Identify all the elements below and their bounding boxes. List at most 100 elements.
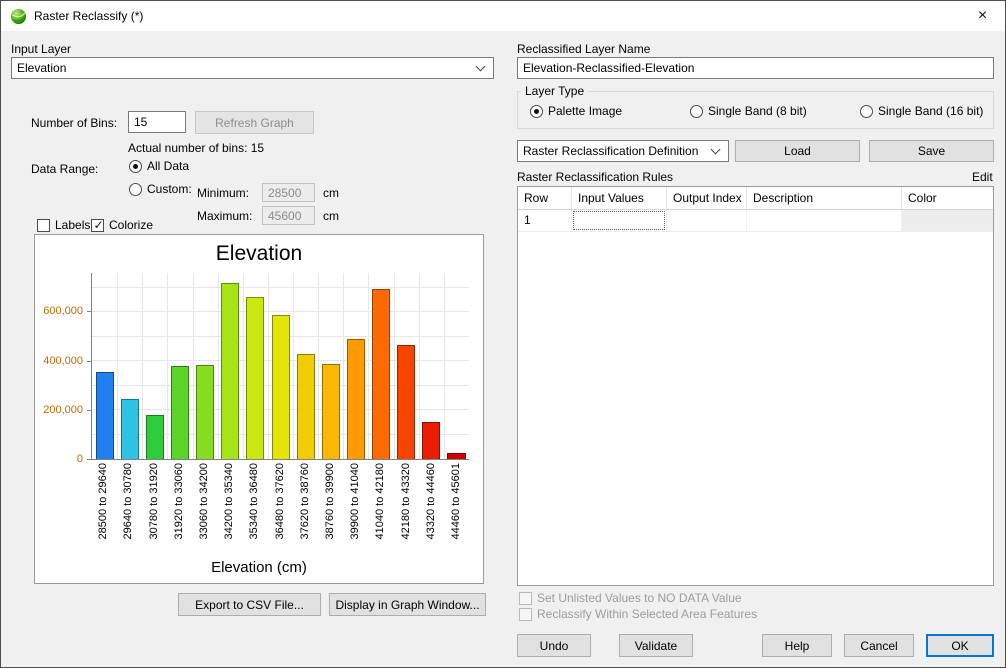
bar-12 bbox=[397, 345, 415, 459]
description-cell[interactable] bbox=[747, 210, 902, 231]
input-values-cell[interactable] bbox=[572, 210, 667, 231]
export-csv-button[interactable]: Export to CSV File... bbox=[178, 593, 321, 616]
ok-button[interactable]: OK bbox=[926, 634, 994, 657]
minimum-label: Minimum: bbox=[197, 186, 249, 200]
bar-13 bbox=[422, 422, 440, 459]
radio-unselected-icon bbox=[860, 105, 873, 118]
bar-14 bbox=[447, 453, 465, 459]
definition-value: Raster Reclassification Definition bbox=[523, 144, 698, 158]
color-cell[interactable] bbox=[902, 210, 993, 231]
selected-area-checkbox[interactable]: Reclassify Within Selected Area Features bbox=[519, 607, 757, 621]
radio-palette-image[interactable]: Palette Image bbox=[530, 104, 622, 118]
maximum-unit: cm bbox=[323, 209, 339, 223]
radio-palette-image-label: Palette Image bbox=[548, 104, 622, 118]
display-graph-button[interactable]: Display in Graph Window... bbox=[329, 593, 486, 616]
plot-area bbox=[91, 273, 469, 460]
x-tick-label: 28500 to 29640 bbox=[98, 463, 109, 539]
bar-0 bbox=[96, 372, 114, 459]
definition-combobox[interactable]: Raster Reclassification Definition bbox=[517, 140, 729, 162]
x-tick-label: 36480 to 37620 bbox=[275, 463, 286, 539]
chevron-down-icon bbox=[711, 145, 721, 155]
bar-4 bbox=[196, 365, 214, 459]
editing-cell[interactable] bbox=[573, 211, 665, 230]
x-tick-label: 38760 to 39900 bbox=[325, 463, 336, 539]
minimum-input[interactable]: 28500 bbox=[262, 183, 315, 202]
reclassified-layer-name-input[interactable]: Elevation-Reclassified-Elevation bbox=[517, 57, 994, 79]
colorize-checkbox[interactable]: Colorize bbox=[91, 218, 153, 232]
radio-selected-icon bbox=[129, 160, 142, 173]
bar-3 bbox=[171, 366, 189, 459]
maximum-label: Maximum: bbox=[197, 209, 252, 223]
data-range-label: Data Range: bbox=[31, 162, 98, 176]
load-button[interactable]: Load bbox=[735, 140, 860, 162]
radio-unselected-icon bbox=[690, 105, 703, 118]
x-tick-label: 37620 to 38760 bbox=[300, 463, 311, 539]
save-button[interactable]: Save bbox=[869, 140, 994, 162]
radio-single-band-16[interactable]: Single Band (16 bit) bbox=[860, 104, 983, 118]
histogram-chart: Elevation 0200,000400,000600,000 28500 t… bbox=[34, 234, 484, 584]
radio-custom[interactable]: Custom: bbox=[129, 182, 192, 196]
actual-bins-text: Actual number of bins: 15 bbox=[128, 141, 264, 155]
unlisted-checkbox[interactable]: Set Unlisted Values to NO DATA Value bbox=[519, 591, 742, 605]
close-button[interactable]: × bbox=[960, 1, 1005, 31]
col-header-output-index[interactable]: Output Index bbox=[667, 187, 747, 209]
x-tick-label: 43320 to 44460 bbox=[426, 463, 437, 539]
colorize-checkbox-label: Colorize bbox=[109, 218, 153, 232]
bar-11 bbox=[372, 289, 390, 459]
edit-link[interactable]: Edit bbox=[972, 170, 993, 184]
labels-checkbox-label: Labels bbox=[55, 218, 90, 232]
x-tick-label: 41040 to 42180 bbox=[375, 463, 386, 539]
x-tick-label: 33060 to 34200 bbox=[199, 463, 210, 539]
labels-checkbox[interactable]: Labels bbox=[37, 218, 90, 232]
y-axis: 0200,000400,000600,000 bbox=[35, 273, 91, 460]
cancel-button[interactable]: Cancel bbox=[844, 634, 914, 657]
validate-button[interactable]: Validate bbox=[619, 634, 693, 657]
checkbox-checked-icon bbox=[91, 219, 104, 232]
x-tick-label: 42180 to 43320 bbox=[401, 463, 412, 539]
x-tick-label: 29640 to 30780 bbox=[123, 463, 134, 539]
col-header-input-values[interactable]: Input Values bbox=[572, 187, 667, 209]
radio-custom-label: Custom: bbox=[147, 182, 192, 196]
x-tick-label: 39900 to 41040 bbox=[350, 463, 361, 539]
number-of-bins-label: Number of Bins: bbox=[31, 116, 117, 130]
bar-7 bbox=[272, 315, 290, 459]
table-row: 1 bbox=[518, 210, 993, 232]
table-header: Row Input Values Output Index Descriptio… bbox=[518, 187, 993, 210]
col-header-row[interactable]: Row bbox=[518, 187, 572, 209]
chevron-down-icon bbox=[476, 62, 486, 72]
plot-column: 28500 to 29640 29640 to 30780 30780 to 319… bbox=[91, 273, 469, 556]
bar-5 bbox=[221, 283, 239, 459]
col-header-color[interactable]: Color bbox=[902, 187, 993, 209]
x-tick-label: 44460 to 45601 bbox=[451, 463, 462, 539]
input-layer-combobox[interactable]: Elevation bbox=[11, 57, 494, 79]
x-tick-label: 30780 to 31920 bbox=[149, 463, 160, 539]
minimum-unit: cm bbox=[323, 186, 339, 200]
checkbox-unchecked-icon bbox=[519, 608, 532, 621]
radio-selected-icon bbox=[530, 105, 543, 118]
input-layer-label: Input Layer bbox=[11, 42, 71, 56]
radio-all-data[interactable]: All Data bbox=[129, 159, 189, 173]
chart-main: 0200,000400,000600,000 28500 to 29640 296… bbox=[35, 273, 483, 556]
layer-type-label: Layer Type bbox=[521, 84, 588, 98]
refresh-graph-button[interactable]: Refresh Graph bbox=[195, 111, 314, 134]
bar-row bbox=[92, 273, 469, 459]
rules-label: Raster Reclassification Rules bbox=[517, 170, 673, 184]
titlebar: Raster Reclassify (*) × bbox=[1, 1, 1005, 31]
radio-single-band-8[interactable]: Single Band (8 bit) bbox=[690, 104, 807, 118]
radio-single-band-8-label: Single Band (8 bit) bbox=[708, 104, 807, 118]
undo-button[interactable]: Undo bbox=[517, 634, 591, 657]
maximum-input[interactable]: 45600 bbox=[262, 206, 315, 225]
help-button[interactable]: Help bbox=[762, 634, 832, 657]
col-header-description[interactable]: Description bbox=[747, 187, 902, 209]
window-title: Raster Reclassify (*) bbox=[34, 9, 143, 23]
radio-unselected-icon bbox=[129, 183, 142, 196]
output-index-cell[interactable] bbox=[667, 210, 747, 231]
y-tick-label: 400,000 bbox=[43, 356, 83, 367]
x-tick-label: 35340 to 36480 bbox=[249, 463, 260, 539]
checkbox-unchecked-icon bbox=[519, 592, 532, 605]
x-labels: 28500 to 29640 29640 to 30780 30780 to 319… bbox=[91, 460, 469, 556]
number-of-bins-input[interactable]: 15 bbox=[128, 111, 186, 133]
input-layer-value: Elevation bbox=[17, 61, 66, 75]
row-number-cell[interactable]: 1 bbox=[518, 210, 572, 231]
chart-title: Elevation bbox=[35, 235, 483, 273]
